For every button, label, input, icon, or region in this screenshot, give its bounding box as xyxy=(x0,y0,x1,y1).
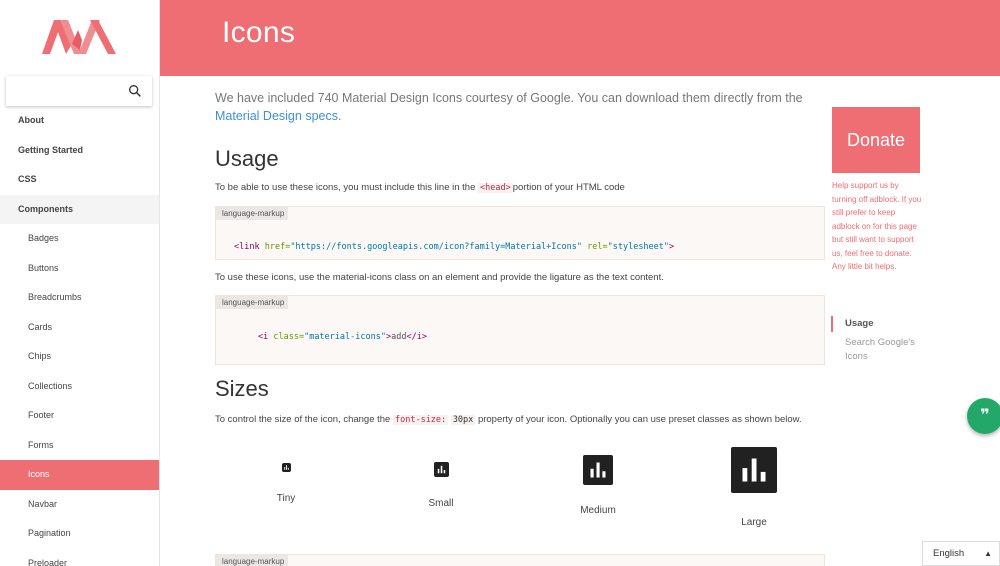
bar-chart-icon xyxy=(281,463,291,472)
quote-icon[interactable]: ❞ xyxy=(967,398,1000,434)
code-language-label: language-markup xyxy=(216,207,289,220)
search-icon[interactable] xyxy=(127,83,143,99)
bar-chart-icon xyxy=(433,462,449,477)
donate-button[interactable]: Donate xyxy=(832,107,920,173)
head-code: <head> xyxy=(478,183,513,193)
sidebar-item-chips[interactable]: Chips xyxy=(0,342,159,372)
search-input[interactable] xyxy=(6,76,116,106)
materialize-logo[interactable] xyxy=(42,16,116,54)
sidebar-item-badges[interactable]: Badges xyxy=(0,224,159,254)
chevron-up-icon: ▲ xyxy=(984,549,992,558)
code-language-label: language-markup xyxy=(216,555,289,566)
bar-chart-icon xyxy=(583,455,613,485)
sidebar-item-breadcrumbs[interactable]: Breadcrumbs xyxy=(0,283,159,313)
icon-demo-large: Large xyxy=(730,447,778,528)
sidebar-item-navbar[interactable]: Navbar xyxy=(0,490,159,520)
icon-demo-small: Small xyxy=(420,462,462,509)
page-header: Icons xyxy=(160,0,1000,76)
language-select[interactable]: English ▲ xyxy=(922,541,1000,566)
table-of-contents: Usage Search Google's Icons xyxy=(831,316,931,364)
code-language-label: language-markup xyxy=(216,296,289,309)
sidebar-item-about[interactable]: About xyxy=(0,106,159,136)
toc-item-usage[interactable]: Usage xyxy=(831,316,931,332)
icon-demo-medium: Medium xyxy=(573,455,623,516)
code-block-icon: language-markup <i class="material-icons… xyxy=(215,295,825,365)
sizes-heading: Sizes xyxy=(215,376,269,401)
usage-paragraph-1: To be able to use these icons, you must … xyxy=(215,182,625,193)
code-block-link: language-markup <link href="https://font… xyxy=(215,206,825,260)
intro-paragraph: We have included 740 Material Design Ico… xyxy=(215,91,803,123)
sidebar-item-css[interactable]: CSS xyxy=(0,165,159,195)
toc-item-search-icons[interactable]: Search Google's Icons xyxy=(831,336,931,364)
icon-demo-tiny: Tiny xyxy=(265,463,307,504)
donate-note: Help support us by turning off adblock. … xyxy=(832,181,922,271)
sidebar: About Getting Started CSS Components Badges B… xyxy=(0,0,160,566)
usage-heading: Usage xyxy=(215,146,279,171)
page-title: Icons xyxy=(222,16,296,49)
bar-chart-icon xyxy=(731,447,777,493)
code-line: <link href="https://fonts.googleapis.com… xyxy=(234,242,675,252)
sidebar-item-icons[interactable]: Icons xyxy=(0,460,159,490)
search-box[interactable] xyxy=(6,76,152,106)
sidebar-nav: About Getting Started CSS Components Badges B… xyxy=(0,106,159,566)
code-block-sizes: language-markup xyxy=(215,554,825,566)
sidebar-item-preloader[interactable]: Preloader xyxy=(0,549,159,566)
material-design-specs-link[interactable]: Material Design specs xyxy=(215,109,338,123)
sidebar-item-footer[interactable]: Footer xyxy=(0,401,159,431)
code-line: <i class="material-icons">add</i> xyxy=(258,332,427,342)
sidebar-item-getting-started[interactable]: Getting Started xyxy=(0,136,159,166)
sidebar-item-forms[interactable]: Forms xyxy=(0,431,159,461)
sidebar-item-collections[interactable]: Collections xyxy=(0,372,159,402)
sidebar-item-components[interactable]: Components xyxy=(0,194,159,224)
sidebar-item-buttons[interactable]: Buttons xyxy=(0,254,159,284)
sidebar-item-pagination[interactable]: Pagination xyxy=(0,519,159,549)
sizes-paragraph: To control the size of the icon, change … xyxy=(215,414,802,425)
usage-paragraph-2: To use these icons, use the material-ico… xyxy=(215,272,664,283)
sidebar-item-cards[interactable]: Cards xyxy=(0,313,159,343)
